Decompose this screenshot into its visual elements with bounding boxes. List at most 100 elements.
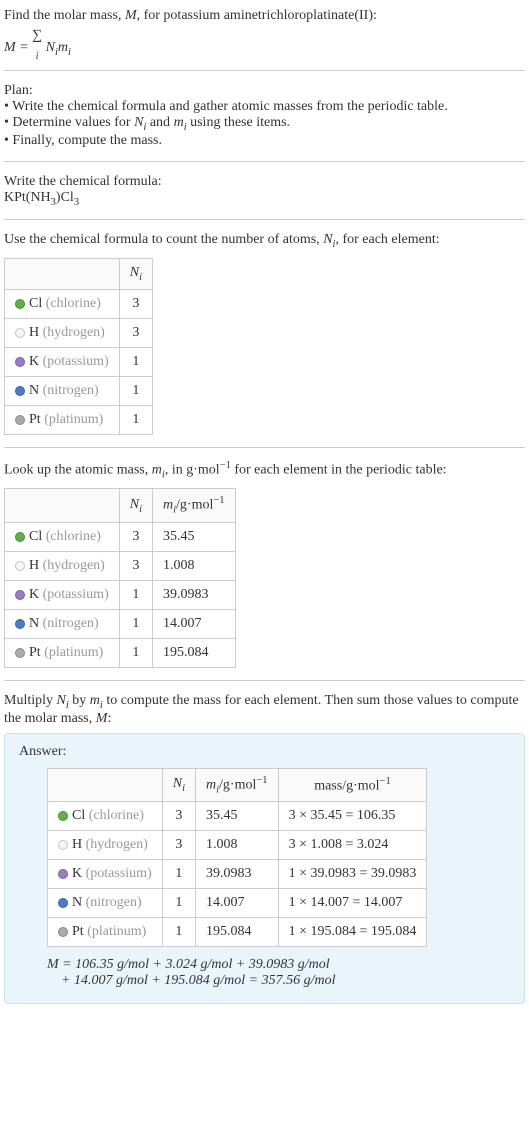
var-N: N [57, 693, 66, 708]
mass-value: 1 × 39.0983 = 39.0983 [278, 860, 427, 889]
prompt: Write the chemical formula: [4, 174, 525, 190]
element-name: (platinum) [44, 412, 103, 427]
table-row: Cl (chlorine) 3 [5, 289, 153, 318]
element-name: (platinum) [44, 645, 103, 660]
table-row: Pt (platinum) 1 [5, 405, 153, 434]
element-dot-icon [15, 386, 25, 396]
sigma: ∑ [32, 28, 42, 43]
chemical-formula-section: Write the chemical formula: KPt(NH3)Cl3 [4, 174, 525, 208]
n-value: 1 [119, 347, 152, 376]
element-cell: H (hydrogen) [5, 318, 120, 347]
element-name: (chlorine) [46, 529, 101, 544]
plan-bullet: • Finally, compute the mass. [4, 133, 525, 149]
header-m: mi/g·mol−1 [153, 489, 236, 522]
element-symbol: K [29, 587, 39, 602]
element-symbol: N [29, 383, 39, 398]
table-row: N (nitrogen) 1 14.007 1 × 14.007 = 14.00… [48, 889, 427, 918]
header-N: Ni [162, 768, 195, 801]
divider [4, 219, 525, 220]
element-dot-icon [15, 357, 25, 367]
table-row: H (hydrogen) 3 [5, 318, 153, 347]
element-name: (potassium) [43, 354, 109, 369]
text: and [146, 115, 173, 130]
table-row: Cl (chlorine) 3 35.45 3 × 35.45 = 106.35 [48, 802, 427, 831]
n-value: 1 [119, 405, 152, 434]
header-N: Ni [119, 489, 152, 522]
table-header-row: Ni mi/g·mol−1 [5, 489, 236, 522]
n-value: 1 [162, 918, 195, 947]
text: : [107, 711, 111, 726]
plan-bullet: • Write the chemical formula and gather … [4, 99, 525, 115]
element-symbol: Cl [29, 529, 42, 544]
element-cell: Pt (platinum) [5, 405, 120, 434]
m-value: 1.008 [196, 831, 279, 860]
multiply-section: Multiply Ni by mi to compute the mass fo… [4, 693, 525, 1004]
element-cell: N (nitrogen) [48, 889, 163, 918]
var-M: M [125, 8, 137, 23]
text: Multiply [4, 693, 57, 708]
table-row: H (hydrogen) 3 1.008 [5, 551, 236, 580]
element-dot-icon [15, 561, 25, 571]
var-m: m [152, 463, 162, 478]
element-dot-icon [15, 328, 25, 338]
table-row: N (nitrogen) 1 [5, 376, 153, 405]
count-section: Use the chemical formula to count the nu… [4, 232, 525, 435]
var-m: m [174, 115, 184, 130]
m-value: 14.007 [196, 889, 279, 918]
element-dot-icon [15, 532, 25, 542]
n-value: 1 [119, 580, 152, 609]
element-cell: H (hydrogen) [48, 831, 163, 860]
formula-sub: 3 [74, 196, 79, 207]
text: • Determine values for [4, 115, 134, 130]
chemical-formula: KPt(NH3)Cl3 [4, 190, 525, 208]
n-value: 1 [119, 609, 152, 638]
n-value: 3 [119, 318, 152, 347]
element-cell: Pt (platinum) [48, 918, 163, 947]
n-value: 1 [162, 860, 195, 889]
table-header-row: Ni [5, 259, 153, 290]
element-name: (hydrogen) [43, 558, 105, 573]
element-name: (potassium) [86, 866, 152, 881]
divider [4, 70, 525, 71]
text: by [69, 693, 90, 708]
element-symbol: N [29, 616, 39, 631]
formula-m: m [58, 40, 68, 55]
prompt: Look up the atomic mass, mi, in g·mol−1 … [4, 460, 525, 480]
molar-mass-formula: M = ∑i Nimi [4, 24, 525, 58]
var-N: N [323, 232, 332, 247]
element-dot-icon [15, 648, 25, 658]
m-value: 35.45 [196, 802, 279, 831]
header-m: mi/g·mol−1 [196, 768, 279, 801]
count-table: Ni Cl (chlorine) 3 H (hydrogen) 3 K (pot… [4, 258, 153, 435]
answer-table: Ni mi/g·mol−1 mass/g·mol−1 Cl (chlorine)… [47, 768, 427, 947]
element-dot-icon [58, 840, 68, 850]
intro: Find the molar mass, M, for potassium am… [4, 8, 525, 58]
element-dot-icon [58, 898, 68, 908]
element-name: (chlorine) [89, 808, 144, 823]
var-M: M [96, 711, 108, 726]
element-cell: Cl (chlorine) [48, 802, 163, 831]
text: , for each element: [335, 232, 439, 247]
mass-value: 1 × 14.007 = 14.007 [278, 889, 427, 918]
element-name: (nitrogen) [43, 616, 99, 631]
mass-value: 3 × 1.008 = 3.024 [278, 831, 427, 860]
plan-title: Plan: [4, 83, 525, 99]
element-dot-icon [15, 299, 25, 309]
text: , for potassium aminetrichloroplatinate(… [137, 8, 377, 23]
mass-value: 1 × 195.084 = 195.084 [278, 918, 427, 947]
text: Use the chemical formula to count the nu… [4, 232, 323, 247]
element-cell: Cl (chlorine) [5, 522, 120, 551]
element-name: (platinum) [87, 924, 146, 939]
element-dot-icon [15, 590, 25, 600]
answer-label: Answer: [19, 744, 510, 760]
element-symbol: Cl [29, 296, 42, 311]
element-symbol: Pt [72, 924, 84, 939]
n-value: 3 [162, 802, 195, 831]
table-row: H (hydrogen) 3 1.008 3 × 1.008 = 3.024 [48, 831, 427, 860]
lookup-section: Look up the atomic mass, mi, in g·mol−1 … [4, 460, 525, 668]
n-value: 1 [119, 376, 152, 405]
m-value: 14.007 [153, 609, 236, 638]
table-header-row: Ni mi/g·mol−1 mass/g·mol−1 [48, 768, 427, 801]
element-cell: N (nitrogen) [5, 609, 120, 638]
sub-i: i [68, 47, 71, 58]
